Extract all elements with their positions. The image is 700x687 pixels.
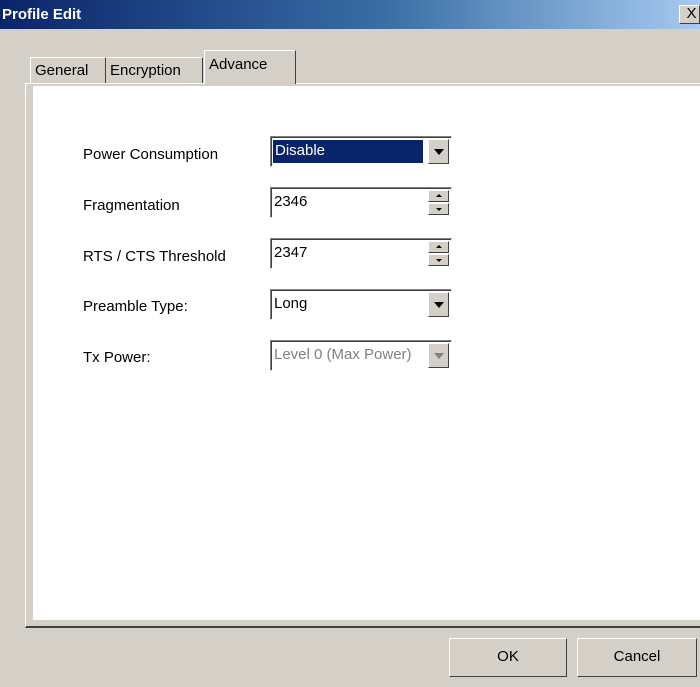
tab-advance[interactable]: Advance [204,50,296,84]
cancel-button[interactable]: Cancel [577,638,697,677]
close-icon: X [686,5,697,22]
rts-cts-up-button[interactable] [428,241,449,253]
fragmentation-spinbox[interactable]: 2346 [270,187,452,218]
power-consumption-select[interactable]: Disable [270,136,452,167]
tx-power-value: Level 0 (Max Power) [274,346,412,363]
power-consumption-dropdown-button[interactable] [428,139,449,164]
chevron-down-icon [434,353,444,359]
preamble-type-label: Preamble Type: [83,298,188,315]
tab-general[interactable]: General [30,57,106,83]
rts-cts-threshold-spinbox[interactable]: 2347 [270,238,452,269]
rts-cts-threshold-value: 2347 [274,244,308,261]
preamble-type-value: Long [274,295,308,312]
rts-cts-down-button[interactable] [428,254,449,266]
spin-down-icon [436,259,442,262]
tx-power-select: Level 0 (Max Power) [270,340,452,371]
tab-general-label: General [35,62,89,79]
rts-cts-threshold-label: RTS / CTS Threshold [83,248,226,265]
spin-down-icon [436,208,442,211]
tab-encryption[interactable]: Encryption [106,57,203,83]
tx-power-dropdown-button [428,343,449,368]
window-title: Profile Edit [2,6,82,23]
fragmentation-down-button[interactable] [428,203,449,215]
chevron-down-icon [434,149,444,155]
rts-cts-spinner [428,241,449,266]
preamble-type-dropdown-button[interactable] [428,292,449,317]
power-consumption-label: Power Consumption [83,146,219,163]
tab-encryption-label: Encryption [110,62,181,79]
tab-advance-label: Advance [209,56,268,73]
spin-up-icon [436,194,442,197]
ok-button[interactable]: OK [449,638,567,677]
preamble-type-select[interactable]: Long [270,289,452,320]
chevron-down-icon [434,302,444,308]
fragmentation-up-button[interactable] [428,190,449,202]
title-bar: Profile Edit X [0,0,700,29]
tx-power-label: Tx Power: [83,349,151,366]
fragmentation-label: Fragmentation [83,197,180,214]
fragmentation-spinner [428,190,449,215]
power-consumption-value: Disable [273,140,423,163]
fragmentation-value: 2346 [274,193,308,210]
spin-up-icon [436,245,442,248]
close-button[interactable]: X [679,5,700,24]
